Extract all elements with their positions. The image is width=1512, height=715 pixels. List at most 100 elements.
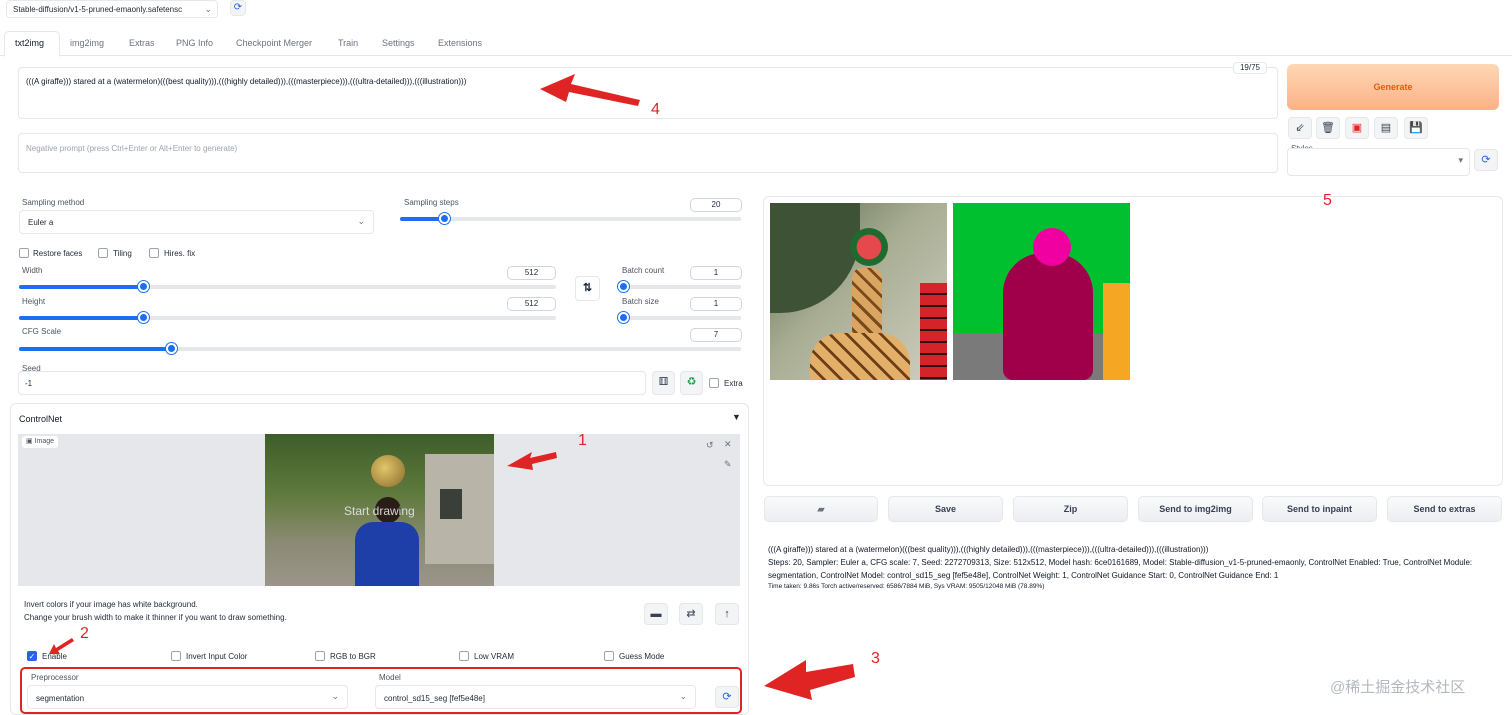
tab-txt2img[interactable]: txt2img bbox=[15, 38, 44, 48]
slider-thumb[interactable] bbox=[137, 281, 149, 292]
clipboard-icon[interactable]: ▤ bbox=[1374, 117, 1398, 139]
guess-mode-checkbox[interactable] bbox=[604, 651, 614, 661]
seed-input[interactable]: -1 bbox=[18, 371, 646, 395]
controlnet-image-canvas[interactable]: ▣ Image Start drawing ↺ ✕ ✎ bbox=[18, 434, 740, 586]
brush-icon[interactable]: ✎ bbox=[724, 459, 732, 470]
open-folder-button[interactable]: ▰ bbox=[764, 496, 878, 522]
tab-png-info[interactable]: PNG Info bbox=[176, 38, 213, 48]
model-card-icon[interactable]: ▣ bbox=[1345, 117, 1369, 139]
swap-dimensions-button[interactable]: ⇅ bbox=[575, 276, 600, 301]
slider-thumb[interactable] bbox=[165, 343, 177, 354]
extra-seed-checkbox[interactable] bbox=[709, 378, 719, 388]
batch-size-slider[interactable] bbox=[618, 312, 741, 323]
close-icon[interactable]: ✕ bbox=[724, 439, 732, 450]
info-params-line1: Steps: 20, Sampler: Euler a, CFG scale: … bbox=[768, 558, 1473, 567]
negative-prompt-placeholder: Negative prompt (press Ctrl+Enter or Alt… bbox=[26, 144, 238, 153]
enable-label: Enable bbox=[42, 652, 67, 661]
restore-faces-checkbox[interactable] bbox=[19, 248, 29, 258]
styles-dropdown[interactable]: ▾ bbox=[1287, 148, 1470, 176]
generated-image-giraffe[interactable] bbox=[770, 203, 947, 380]
sampling-steps-input[interactable]: 20 bbox=[690, 198, 742, 212]
folder-icon: ▰ bbox=[817, 504, 825, 514]
chevron-down-icon: ⌄ bbox=[331, 691, 339, 701]
rgb-to-bgr-checkbox[interactable] bbox=[315, 651, 325, 661]
chevron-down-icon: ⌄ bbox=[679, 691, 687, 701]
segmentation-map-image[interactable] bbox=[953, 203, 1130, 380]
tab-img2img[interactable]: img2img bbox=[70, 38, 104, 48]
preprocessor-value: segmentation bbox=[36, 694, 85, 703]
hires-fix-checkbox[interactable] bbox=[149, 248, 159, 258]
controlnet-help-line1: Invert colors if your image has white ba… bbox=[24, 600, 198, 609]
image-label-badge: ▣ Image bbox=[21, 435, 60, 449]
enable-checkbox[interactable]: ✓ bbox=[27, 651, 37, 661]
tiling-label: Tiling bbox=[113, 249, 132, 258]
annotation-label-2: 2 bbox=[80, 625, 89, 642]
tab-checkpoint-merger[interactable]: Checkpoint Merger bbox=[236, 38, 312, 48]
refresh-styles-button[interactable]: ⟳ bbox=[1474, 149, 1498, 171]
restore-faces-label: Restore faces bbox=[33, 249, 83, 258]
slider-thumb[interactable] bbox=[439, 213, 451, 224]
tab-extensions[interactable]: Extensions bbox=[438, 38, 482, 48]
tab-extras[interactable]: Extras bbox=[129, 38, 155, 48]
cfg-scale-input[interactable]: 7 bbox=[690, 328, 742, 342]
prompt-text: (((A giraffe))) stared at a (watermelon)… bbox=[26, 77, 467, 86]
upload-arrow-icon[interactable]: ↑ bbox=[715, 603, 739, 625]
refresh-models-button[interactable]: ⟳ bbox=[715, 686, 739, 708]
height-slider[interactable] bbox=[19, 312, 556, 323]
negative-prompt-textarea[interactable]: Negative prompt (press Ctrl+Enter or Alt… bbox=[18, 133, 1278, 173]
swap-icon[interactable]: ⇄ bbox=[679, 603, 703, 625]
tab-settings[interactable]: Settings bbox=[382, 38, 415, 48]
seg-figure-region bbox=[1003, 253, 1093, 380]
send-to-inpaint-button[interactable]: Send to inpaint bbox=[1262, 496, 1377, 522]
tiling-checkbox[interactable] bbox=[98, 248, 108, 258]
send-to-extras-button[interactable]: Send to extras bbox=[1387, 496, 1502, 522]
token-counter: 19/75 bbox=[1233, 62, 1267, 74]
camera-icon[interactable]: ▬ bbox=[644, 603, 668, 625]
batch-size-input[interactable]: 1 bbox=[690, 297, 742, 311]
height-input[interactable]: 512 bbox=[507, 297, 556, 311]
reuse-seed-recycle-icon[interactable]: ♻ bbox=[680, 371, 703, 395]
info-time: Time taken: 9.86s Torch active/reserved:… bbox=[768, 583, 1045, 590]
model-label: Model bbox=[379, 673, 401, 682]
batch-count-input[interactable]: 1 bbox=[690, 266, 742, 280]
watermelon-slice bbox=[920, 283, 947, 380]
annotation-label-5: 5 bbox=[1323, 192, 1332, 209]
slider-thumb[interactable] bbox=[137, 312, 149, 323]
sampling-method-dropdown[interactable]: Euler a ⌄ bbox=[19, 210, 374, 234]
checkpoint-dropdown[interactable]: Stable-diffusion/v1-5-pruned-emaonly.saf… bbox=[6, 0, 218, 18]
sampling-method-label: Sampling method bbox=[22, 198, 85, 207]
model-dropdown[interactable]: control_sd15_seg [fef5e48e] ⌄ bbox=[375, 685, 696, 709]
trash-icon[interactable]: 🗑 bbox=[1316, 117, 1340, 139]
width-slider[interactable] bbox=[19, 281, 556, 292]
invert-input-color-checkbox[interactable] bbox=[171, 651, 181, 661]
refresh-checkpoint-button[interactable]: ⟳ bbox=[230, 0, 246, 16]
save-button[interactable]: Save bbox=[888, 496, 1003, 522]
chevron-down-icon: ⌄ bbox=[204, 4, 212, 14]
prompt-textarea[interactable]: (((A giraffe))) stared at a (watermelon)… bbox=[18, 67, 1278, 119]
low-vram-checkbox[interactable] bbox=[459, 651, 469, 661]
batch-count-slider[interactable] bbox=[618, 281, 741, 292]
sampling-steps-slider[interactable] bbox=[400, 213, 741, 224]
leaf-shape bbox=[770, 203, 860, 313]
random-seed-dice-icon[interactable]: ⚅ bbox=[652, 371, 675, 395]
height-label: Height bbox=[22, 297, 46, 306]
slider-thumb[interactable] bbox=[618, 312, 629, 323]
width-input[interactable]: 512 bbox=[507, 266, 556, 280]
send-to-img2img-button[interactable]: Send to img2img bbox=[1138, 496, 1253, 522]
tab-train[interactable]: Train bbox=[338, 38, 358, 48]
low-vram-label: Low VRAM bbox=[474, 652, 515, 661]
generate-button[interactable]: Generate bbox=[1287, 64, 1499, 110]
cfg-scale-slider[interactable] bbox=[19, 343, 741, 354]
collapse-triangle-icon[interactable]: ▼ bbox=[732, 412, 741, 422]
slider-thumb[interactable] bbox=[618, 281, 629, 292]
preprocessor-dropdown[interactable]: segmentation ⌄ bbox=[27, 685, 348, 709]
guess-mode-label: Guess Mode bbox=[619, 652, 665, 661]
controlnet-title[interactable]: ControlNet bbox=[19, 414, 62, 424]
undo-icon[interactable]: ↺ bbox=[706, 440, 714, 451]
zip-button[interactable]: Zip bbox=[1013, 496, 1128, 522]
preprocessor-label: Preprocessor bbox=[31, 673, 79, 682]
arrow-3 bbox=[764, 660, 855, 700]
rgb-to-bgr-label: RGB to BGR bbox=[330, 652, 376, 661]
save-style-icon[interactable]: 💾 bbox=[1404, 117, 1428, 139]
read-params-button[interactable]: ⇙ bbox=[1288, 117, 1312, 139]
